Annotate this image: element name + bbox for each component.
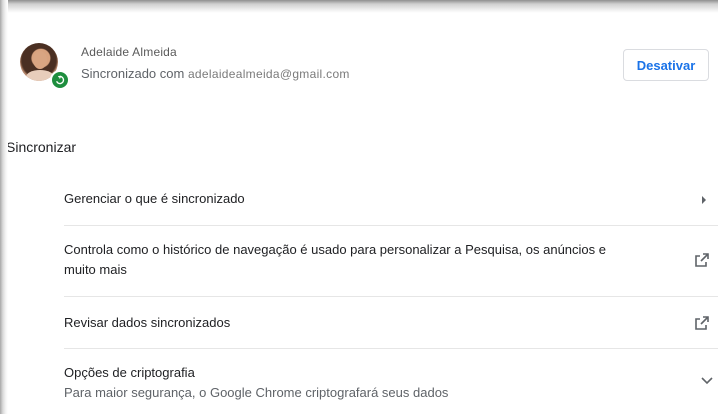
account-email: adelaidealmeida@gmail.com xyxy=(187,67,350,81)
encryption-options-sublabel: Para maior segurança, o Google Chrome cr… xyxy=(64,385,449,400)
window-shadow-top xyxy=(0,0,718,13)
manage-sync-label: Gerenciar o que é sincronizado xyxy=(64,191,245,206)
external-link-icon xyxy=(692,250,712,270)
encryption-options-label: Opções de criptografia xyxy=(64,365,195,380)
history-personalization-label-line1: Controla como o histórico de navegação é… xyxy=(64,242,607,257)
sync-settings-window: Adelaide Almeida Sincronizado com adelai… xyxy=(0,0,718,414)
sync-status-prefix: Sincronizado com xyxy=(81,66,188,81)
sync-icon xyxy=(50,70,70,90)
history-personalization-row[interactable]: Controla como o histórico de navegação é… xyxy=(64,226,718,296)
manage-sync-row[interactable]: Gerenciar o que é sincronizado xyxy=(64,180,718,226)
sync-section-title: Sincronizar xyxy=(6,139,77,155)
turn-off-sync-button[interactable]: Desativar xyxy=(623,49,709,81)
history-personalization-label-line2: muito mais xyxy=(64,262,127,277)
account-sync-status: Sincronizado com adelaidealmeida@gmail.c… xyxy=(81,66,350,81)
encryption-options-row[interactable]: Opções de criptografia Para maior segura… xyxy=(64,349,718,414)
avatar-face xyxy=(33,51,47,69)
sync-settings-card: Adelaide Almeida Sincronizado com adelai… xyxy=(6,12,718,414)
chevron-right-icon xyxy=(698,194,710,206)
review-synced-data-row[interactable]: Revisar dados sincronizados xyxy=(64,297,718,348)
window-shadow-left xyxy=(0,0,8,414)
account-name: Adelaide Almeida xyxy=(81,45,177,59)
chevron-down-icon xyxy=(700,374,714,388)
review-synced-data-label: Revisar dados sincronizados xyxy=(64,315,231,330)
external-link-icon xyxy=(692,313,712,333)
